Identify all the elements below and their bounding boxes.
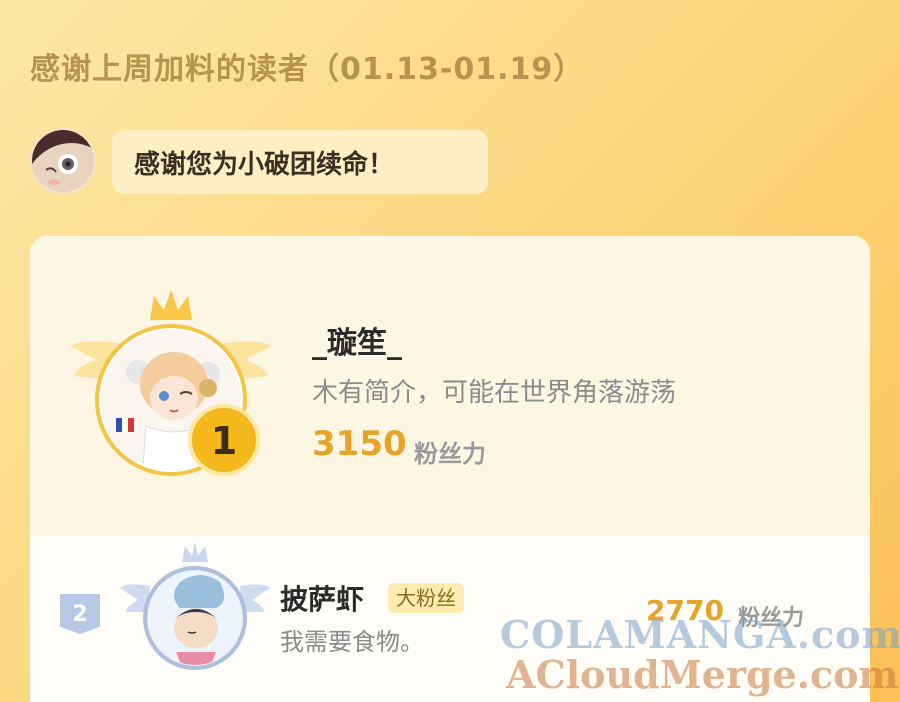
watermark-line1: COLAMANGA.com [500,612,900,657]
crown-icon [150,290,192,320]
rank2-badge: 大粉丝 [388,583,464,613]
page-header-title: 感谢上周加料的读者（01.13-01.19） [30,52,585,87]
rank2-bio: 我需要食物。 [280,628,424,656]
rank1-avatar-frame[interactable]: 1 [66,288,276,484]
rank1-badge-icon: 1 [188,404,260,476]
rank2-medal: 2 [60,594,100,634]
rank1-bio: 木有简介，可能在世界角落游荡 [312,378,677,408]
rank2-number: 2 [72,601,88,627]
rank2-avatar-frame[interactable] [120,542,270,682]
rank1-number: 1 [211,419,237,463]
rank1-username[interactable]: _璇笙_ [312,318,402,362]
avatar-illustration [32,130,94,192]
rank1-fan-label: 粉丝力 [414,440,486,468]
rank1-fan-score: 3150 [312,424,407,464]
rank2-crown-icon [182,542,208,562]
reader-avatar [30,128,96,194]
greeting-text: 感谢您为小破团续命！ [134,150,395,180]
watermark-line2: ACloudMerge.com [506,652,899,697]
rank2-username[interactable]: 披萨虾 [280,578,364,618]
